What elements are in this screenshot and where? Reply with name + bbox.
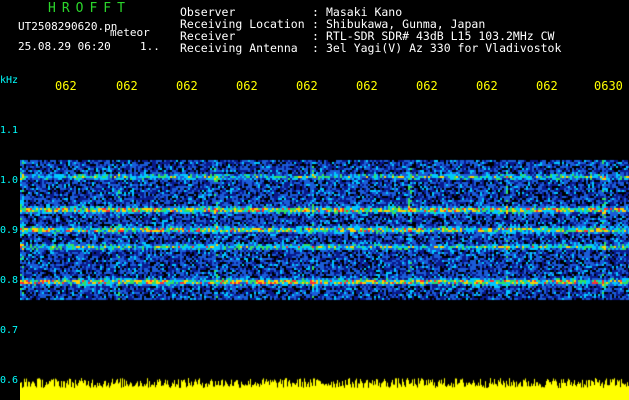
counter-label: 1.. — [140, 40, 160, 53]
mode-label: meteor — [110, 26, 150, 39]
frequency-unit-label: kHz — [0, 75, 19, 86]
y-tick-1-0: 1.0 — [0, 175, 19, 186]
x-tick: 062 — [416, 79, 438, 93]
x-tick: 062 — [176, 79, 198, 93]
filename-label: UT2508290620.pn — [18, 20, 118, 33]
x-tick: 062 — [296, 79, 318, 93]
y-tick-1-1: 1.1 — [0, 125, 19, 136]
spectrogram-plot — [20, 96, 629, 400]
x-tick: 062 — [55, 79, 77, 93]
antenna-sep: : — [312, 41, 319, 55]
x-tick: 062 — [476, 79, 498, 93]
y-tick-0-8: 0.8 — [0, 275, 19, 286]
y-tick-0-9: 0.9 — [0, 225, 19, 236]
y-tick-0-6: 0.6 — [0, 375, 19, 386]
x-tick: 062 — [536, 79, 558, 93]
datetime-label: 25.08.29 06:20 — [18, 40, 111, 53]
antenna-label: Receiving Antenna — [180, 41, 298, 55]
antenna-value: 3el Yagi(V) Az 330 for Vladivostok — [326, 41, 562, 55]
x-tick: 062 — [356, 79, 378, 93]
y-tick-0-7: 0.7 — [0, 325, 19, 336]
x-tick: 062 — [116, 79, 138, 93]
x-tick: 0630 — [594, 79, 623, 93]
app-title: HROFFT — [48, 1, 131, 16]
x-tick: 062 — [236, 79, 258, 93]
spectrogram-canvas — [20, 96, 629, 400]
